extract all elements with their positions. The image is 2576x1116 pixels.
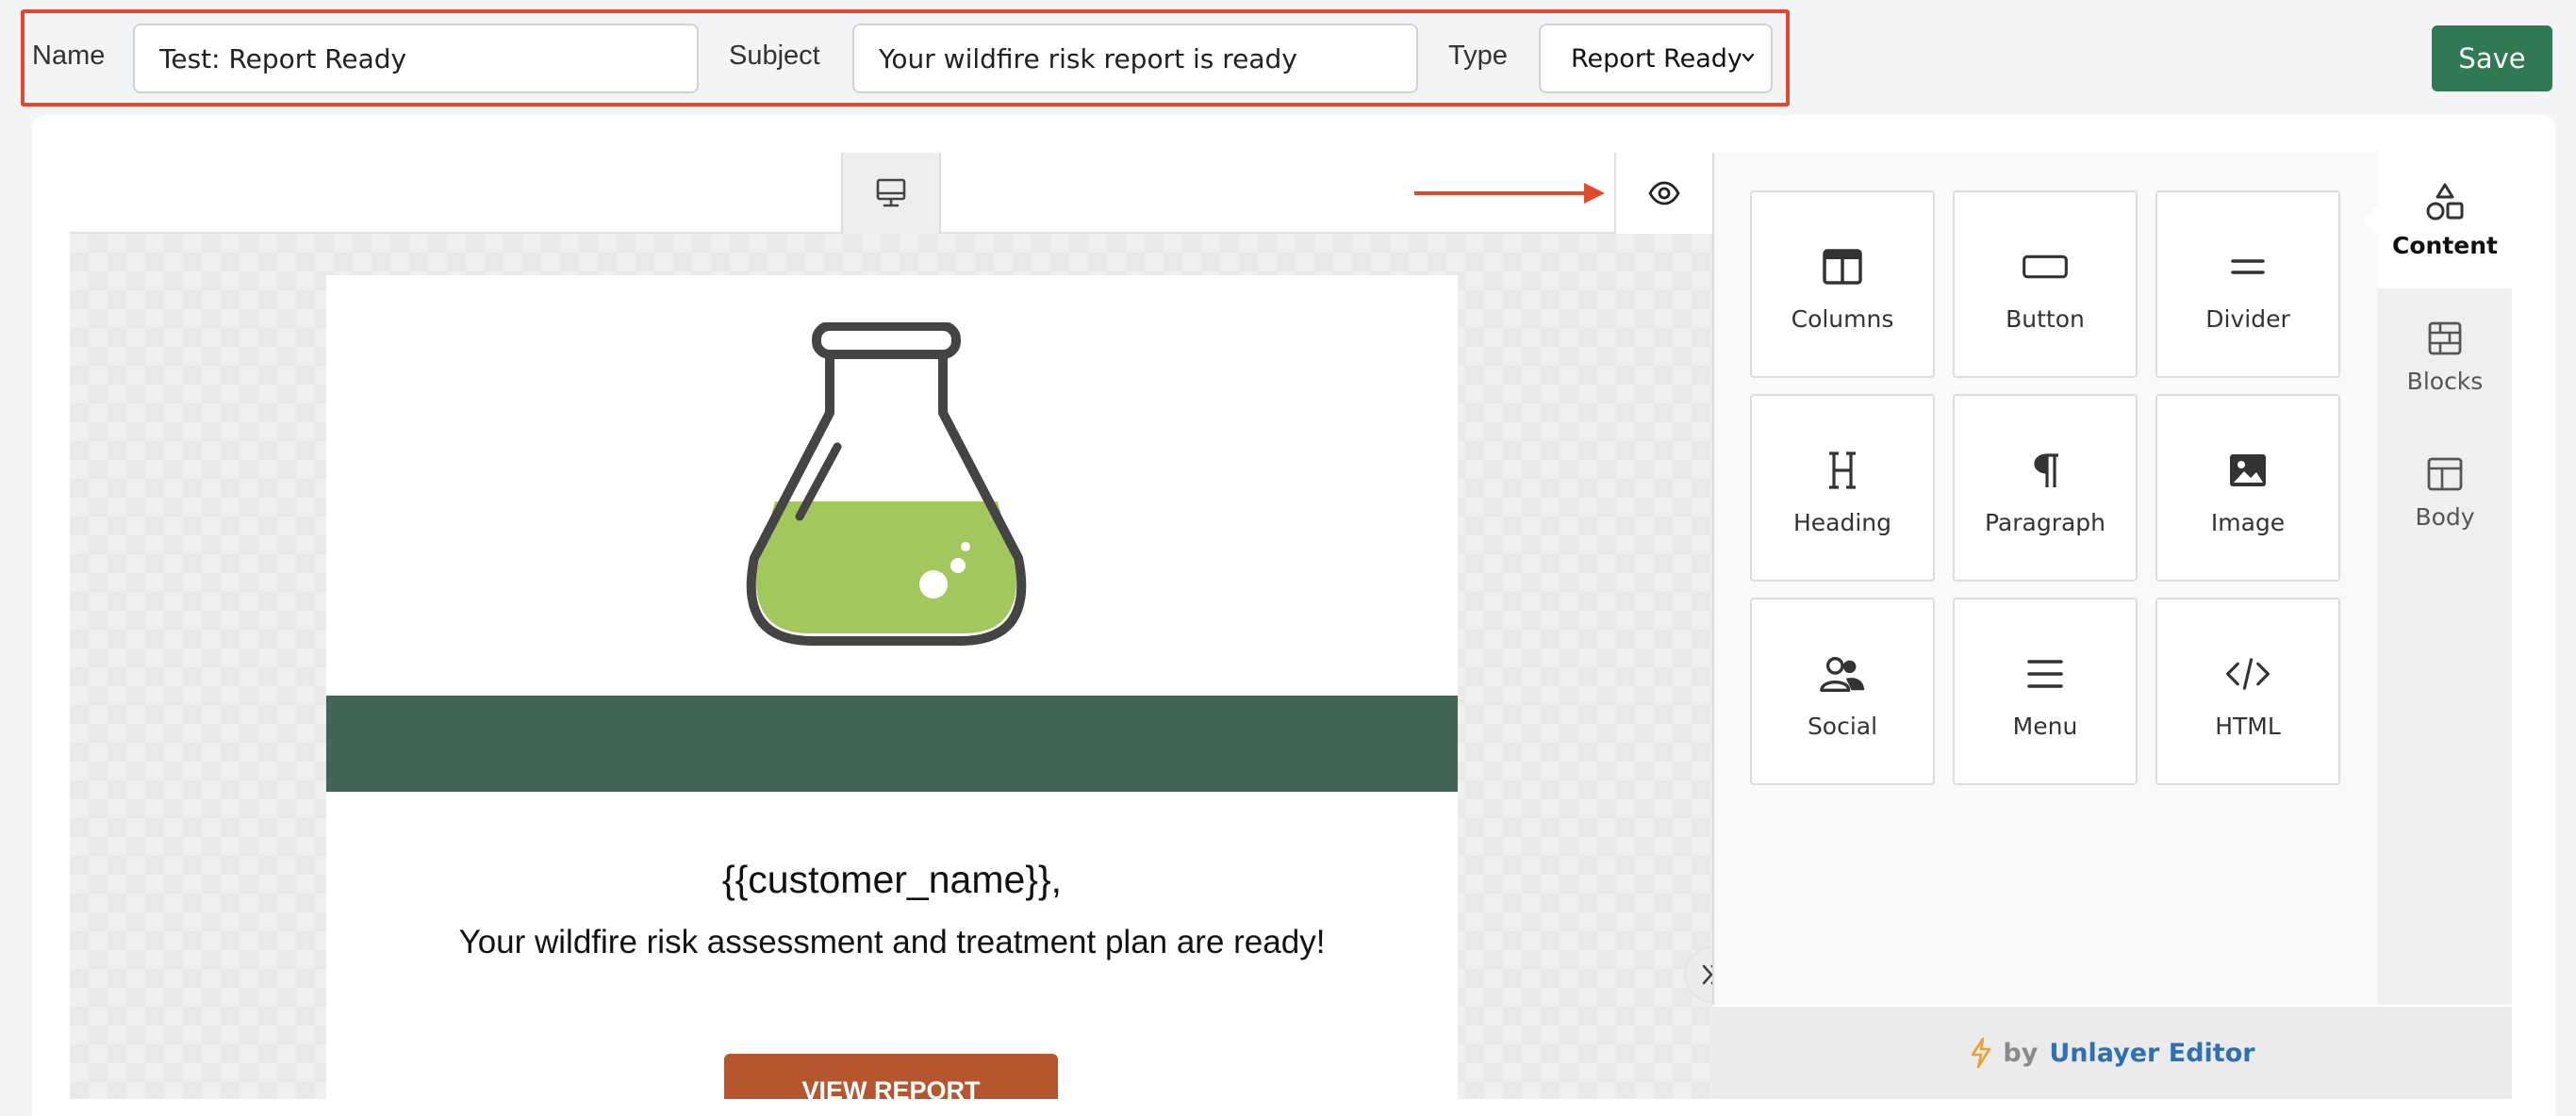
type-select-value: Report Ready <box>1571 43 1742 74</box>
code-icon <box>2226 658 2270 690</box>
by-text: by <box>2003 1038 2039 1068</box>
columns-icon <box>1823 249 1862 285</box>
tool-paragraph[interactable]: Paragraph <box>1953 394 2138 582</box>
subject-input[interactable]: Your wildfire risk report is ready <box>852 24 1418 93</box>
tool-html[interactable]: HTML <box>2155 598 2340 785</box>
tool-heading[interactable]: Heading <box>1750 394 1935 582</box>
heading-icon <box>1829 451 1856 489</box>
tool-divider[interactable]: Divider <box>2155 190 2340 378</box>
tab-label: Blocks <box>2406 368 2484 395</box>
tab-label: Body <box>2415 503 2475 531</box>
tool-social[interactable]: Social <box>1750 598 1935 785</box>
tool-label: HTML <box>2215 713 2281 740</box>
preview-button[interactable] <box>1614 153 1712 234</box>
email-greeting: {{customer_name}}, <box>721 858 1063 901</box>
tool-label: Button <box>2006 305 2085 333</box>
header-band <box>326 696 1458 792</box>
tab-body[interactable]: Body <box>2378 424 2512 560</box>
tool-label: Image <box>2210 509 2286 536</box>
body-layout-icon <box>2427 457 2463 491</box>
tool-label: Heading <box>1792 509 1892 536</box>
tab-content[interactable]: Content <box>2378 153 2512 288</box>
button-icon <box>2023 254 2068 279</box>
tab-label: Content <box>2392 232 2498 259</box>
template-settings-bar: Name Test: Report Ready Subject Your wil… <box>0 0 2576 115</box>
tool-label: Columns <box>1791 305 1894 333</box>
blocks-icon <box>2428 321 2462 355</box>
lightning-icon <box>1972 1037 1991 1069</box>
email-body: {{customer_name}}, Your wildfire risk as… <box>326 275 1458 1099</box>
desktop-icon <box>876 178 906 207</box>
tool-image[interactable]: Image <box>2155 394 2340 582</box>
tool-label: Menu <box>2012 713 2078 740</box>
tool-button[interactable]: Button <box>1953 190 2138 378</box>
social-icon <box>1820 656 1865 692</box>
name-label: Name <box>32 41 106 71</box>
email-canvas: {{customer_name}}, Your wildfire risk as… <box>70 234 1712 1099</box>
chevron-down-icon <box>1742 53 1755 62</box>
flask-logo-icon <box>746 322 1027 646</box>
name-input-value: Test: Report Ready <box>159 42 407 74</box>
powered-by-footer: by Unlayer Editor <box>1712 1007 2512 1099</box>
shapes-icon <box>2426 183 2464 221</box>
tool-label: Social <box>1807 713 1878 740</box>
type-label: Type <box>1448 41 1508 71</box>
email-intro-text: Your wildfire risk assessment and treatm… <box>458 924 1326 960</box>
paragraph-icon <box>2034 453 2058 487</box>
desktop-view-button[interactable] <box>841 153 941 234</box>
menu-icon <box>2027 660 2063 688</box>
image-icon <box>2230 454 2266 486</box>
save-button[interactable]: Save <box>2432 25 2552 91</box>
subject-input-value: Your wildfire risk report is ready <box>879 42 1297 74</box>
divider-icon <box>2231 259 2265 274</box>
arrow-annotation <box>1414 183 1605 204</box>
tool-label: Paragraph <box>1984 509 2106 536</box>
name-input[interactable]: Test: Report Ready <box>133 24 699 93</box>
tool-columns[interactable]: Columns <box>1750 190 1935 378</box>
view-report-button[interactable]: VIEW REPORT <box>724 1054 1058 1099</box>
type-select[interactable]: Report Ready <box>1539 24 1773 93</box>
eye-icon <box>1648 181 1680 205</box>
tab-blocks[interactable]: Blocks <box>2378 288 2512 424</box>
active-tab-pointer <box>2363 205 2378 236</box>
subject-label: Subject <box>729 41 820 71</box>
side-tabs: Content Blocks Body <box>2378 153 2512 1005</box>
unlayer-link[interactable]: Unlayer Editor <box>2049 1039 2254 1068</box>
tool-label: Divider <box>2205 305 2290 333</box>
tool-menu[interactable]: Menu <box>1953 598 2138 785</box>
